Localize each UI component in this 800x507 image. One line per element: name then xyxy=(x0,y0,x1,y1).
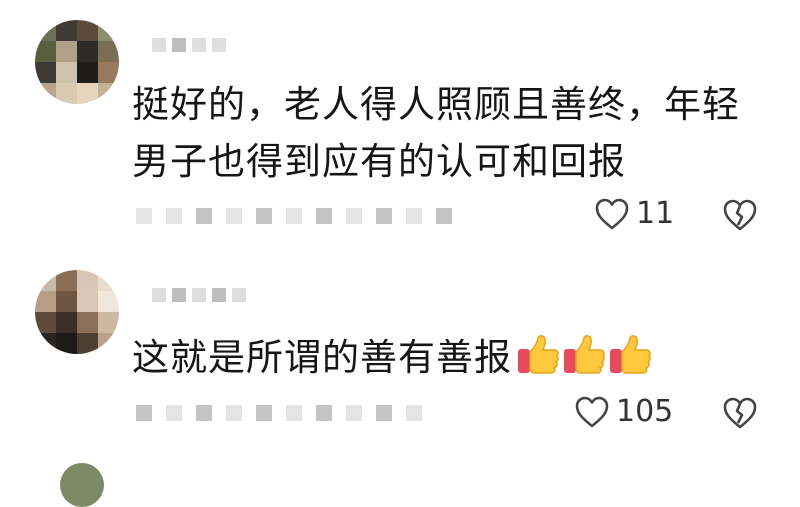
like-count: 11 xyxy=(636,196,675,231)
heart-outline-icon xyxy=(595,198,629,229)
comment-text: 挺好的，老人得人照顾且善终，年轻 男子也得到应有的认可和回报 xyxy=(132,76,740,190)
like-button[interactable]: 105 xyxy=(574,394,673,429)
username-blurred[interactable] xyxy=(152,288,246,302)
comment-text-line: 男子也得到应有的认可和回报 xyxy=(132,140,626,183)
comment-timestamp-blurred xyxy=(136,405,422,421)
comment-item: 这就是所谓的善有善报 105 xyxy=(0,270,800,475)
dislike-button[interactable] xyxy=(722,198,758,232)
comment-text-line: 挺好的，老人得人照顾且善终，年轻 xyxy=(132,83,740,126)
dislike-button[interactable] xyxy=(722,396,758,430)
broken-heart-icon xyxy=(723,397,757,429)
like-count: 105 xyxy=(616,394,674,429)
comment-timestamp-blurred xyxy=(136,208,452,224)
emoji-group xyxy=(516,334,652,376)
thumbs-up-emoji-icon xyxy=(610,335,651,374)
comment-text: 这就是所谓的善有善报 xyxy=(132,329,652,386)
like-button[interactable]: 11 xyxy=(594,196,674,231)
avatar[interactable] xyxy=(35,270,119,354)
avatar[interactable] xyxy=(60,463,104,507)
thumbs-up-emoji-icon xyxy=(564,335,605,374)
broken-heart-icon xyxy=(723,199,757,231)
thumbs-up-emoji-icon xyxy=(518,335,559,374)
avatar[interactable] xyxy=(35,20,119,104)
heart-outline-icon xyxy=(575,396,609,427)
username-blurred[interactable] xyxy=(152,38,226,52)
comment-item: 挺好的，老人得人照顾且善终，年轻 男子也得到应有的认可和回报 11 xyxy=(0,0,800,270)
comment-text-line: 这就是所谓的善有善报 xyxy=(132,336,512,379)
